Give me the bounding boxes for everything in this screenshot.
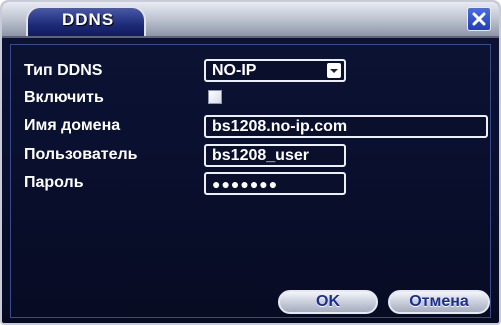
password-value: ●●●●●●● [212, 176, 279, 192]
title-bar: DDNS [2, 2, 499, 38]
password-input[interactable]: ●●●●●●● [204, 172, 346, 195]
window-title: DDNS [62, 10, 115, 29]
ddns-type-value: NO-IP [212, 62, 257, 79]
ok-button[interactable]: OK [278, 290, 378, 314]
enable-label: Включить [24, 89, 104, 106]
ddns-type-select[interactable]: NO-IP [204, 59, 346, 82]
domain-label: Имя домена [24, 117, 121, 134]
chevron-down-icon [327, 63, 341, 78]
user-label: Пользователь [24, 146, 138, 163]
close-button[interactable] [467, 7, 491, 31]
user-input[interactable]: bs1208_user [204, 144, 346, 167]
ok-label: OK [316, 293, 340, 310]
close-x-icon [472, 12, 486, 26]
enable-checkbox[interactable] [208, 90, 222, 104]
password-label: Пароль [24, 174, 84, 191]
ddns-dialog: DDNS Тип DDNS NO-IP Включить Имя домена … [0, 0, 501, 325]
domain-input[interactable]: bs1208.no-ip.com [204, 115, 488, 138]
cancel-label: Отмена [409, 293, 469, 310]
user-value: bs1208_user [212, 147, 309, 164]
domain-value: bs1208.no-ip.com [212, 118, 348, 135]
cancel-button[interactable]: Отмена [388, 290, 490, 314]
ddns-type-label: Тип DDNS [24, 62, 103, 79]
